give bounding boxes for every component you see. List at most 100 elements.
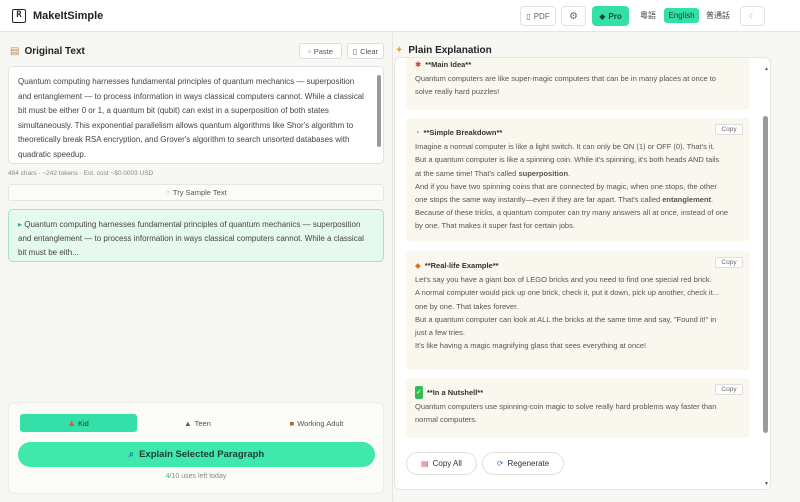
card-line: But a quantum computer is like a spinnin…: [415, 155, 720, 165]
copy-button[interactable]: Copy: [715, 124, 743, 135]
heading-text: **Simple Breakdown**: [423, 128, 503, 137]
regenerate-label: Regenerate: [507, 459, 550, 468]
original-title: ▤ Original Text: [10, 46, 85, 57]
sample-text-button[interactable]: ☝ Try Sample Text: [8, 184, 384, 201]
explain-controls: ♟ Kid ▲ Teen ■ Working Adult ⌕ Explain S…: [8, 402, 384, 494]
line-text: .: [711, 195, 714, 205]
briefcase-icon: ■: [289, 418, 295, 428]
explanation-scroll-area[interactable]: ✱ **Main Idea** Quantum computers are li…: [394, 57, 771, 490]
app-name: MakeItSimple: [33, 10, 104, 22]
moon-icon: ☾: [748, 11, 757, 21]
explanation-title-label: Plain Explanation: [408, 45, 492, 56]
pdf-label: PDF: [533, 11, 550, 21]
lang-english[interactable]: English: [664, 8, 699, 23]
card-main-idea: ✱ **Main Idea** Quantum computers are li…: [406, 58, 750, 110]
dark-mode-button[interactable]: ☾: [740, 6, 765, 26]
card-line: at the same time! That's called superpos…: [415, 167, 741, 180]
audience-kid[interactable]: ♟ Kid: [20, 414, 137, 432]
trash-icon: ▯: [352, 46, 358, 56]
card-real-life-example: Copy ◆ **Real-life Example** Let's say y…: [406, 251, 750, 370]
clipboard-icon: ▫: [308, 46, 311, 56]
card-heading: ✓ **In a Nutshell**: [415, 386, 741, 400]
heading-text: **Real-life Example**: [424, 261, 499, 270]
heading-text: **In a Nutshell**: [426, 388, 484, 397]
settings-button[interactable]: ⚙: [561, 6, 586, 26]
paragraph-icon: ▸: [18, 220, 23, 229]
line-text: at the same time! That's called: [415, 168, 519, 178]
audience-adult[interactable]: ■ Working Adult: [258, 414, 375, 432]
original-title-label: Original Text: [24, 46, 85, 57]
original-text: Quantum computing harnesses fundamental …: [18, 77, 364, 159]
regenerate-button[interactable]: ⟳ Regenerate: [482, 452, 564, 475]
speech-bubble-icon: ◔: [415, 128, 420, 137]
scroll-up-arrow[interactable]: ▲: [764, 66, 769, 72]
lang-mandarin[interactable]: 普通話: [704, 8, 732, 23]
card-line: But a quantum computer can look at ALL t…: [415, 314, 717, 324]
audience-kid-label: Kid: [77, 418, 89, 428]
refresh-icon: ⟳: [496, 459, 504, 468]
copy-all-button[interactable]: ▤ Copy All: [406, 452, 477, 475]
card-line: normal computers.: [415, 415, 478, 425]
original-text-input[interactable]: Quantum computing harnesses fundamental …: [8, 66, 384, 164]
explanation-scrollbar[interactable]: [763, 116, 768, 433]
book-icon: ▤: [10, 46, 20, 57]
hand-icon: ☝: [165, 188, 170, 197]
card-line: by one. That makes it super fast for cer…: [415, 221, 575, 231]
sparkles-icon: ✦: [395, 45, 404, 56]
line-text: .: [568, 168, 571, 178]
explain-label: Explain Selected Paragraph: [139, 449, 265, 460]
explanation-panel: ✦ Plain Explanation ✱ **Main Idea** Quan…: [394, 33, 800, 502]
card-line: Quantum computers are like super-magic c…: [415, 74, 716, 84]
term-entanglement: entanglement: [662, 195, 712, 205]
card-line: just a few tries.: [415, 328, 466, 338]
card-line: one stops the same way instantly—even if…: [415, 193, 741, 206]
checkmark-icon: ✓: [415, 386, 423, 400]
text-stats: 484 chars · ~242 tokens · Est. cost ~$0.…: [8, 170, 154, 177]
card-line: solve really hard puzzles!: [415, 87, 500, 97]
copy-button[interactable]: Copy: [715, 384, 743, 395]
puzzle-icon: ◆: [415, 261, 421, 270]
explain-button[interactable]: ⌕ Explain Selected Paragraph: [18, 442, 375, 467]
audience-adult-label: Working Adult: [297, 418, 344, 428]
card-line: Imagine a normal computer is like a ligh…: [415, 142, 715, 152]
textarea-scrollbar[interactable]: [377, 75, 381, 147]
pin-icon: ✱: [415, 60, 422, 69]
audience-teen-label: Teen: [194, 418, 211, 428]
line-text: one stops the same way instantly—even if…: [415, 195, 663, 205]
magnifier-icon: ⌕: [128, 449, 135, 460]
card-line: one by one. That takes forever.: [415, 301, 519, 311]
diamond-icon: ◆: [599, 11, 606, 21]
term-superposition: superposition: [518, 168, 569, 178]
top-bar: R MakeItSimple ▯ PDF ⚙ ◆ Pro 粵語 English …: [0, 0, 800, 32]
card-line: And if you have two spinning coins that …: [415, 181, 717, 191]
explanation-title: ✦ Plain Explanation: [395, 45, 492, 56]
clear-button[interactable]: ▯ Clear: [347, 43, 384, 59]
selected-paragraph-text: Quantum computing harnesses fundamental …: [18, 220, 364, 257]
card-in-a-nutshell: Copy ✓ **In a Nutshell** Quantum compute…: [406, 378, 750, 438]
card-line: It's like having a magic magnifying glas…: [415, 341, 647, 351]
uses-text: /10 uses left today: [169, 473, 227, 480]
logo-icon: R: [12, 9, 26, 23]
card-line: Because of these tricks, a quantum compu…: [415, 208, 729, 218]
pdf-button[interactable]: ▯ PDF: [520, 6, 556, 26]
selected-paragraph[interactable]: ▸ Quantum computing harnesses fundamenta…: [8, 209, 384, 262]
scroll-down-arrow[interactable]: ▼: [764, 481, 769, 487]
heading-text: **Main Idea**: [425, 60, 472, 69]
paste-button[interactable]: ▫ Paste: [299, 43, 342, 59]
copy-button[interactable]: Copy: [715, 257, 743, 268]
original-panel: ▤ Original Text ▫ Paste ▯ Clear Quantum …: [0, 33, 393, 502]
grad-cap-icon: ▲: [184, 418, 192, 428]
sample-label: Try Sample Text: [172, 188, 227, 197]
card-heading: ◆ **Real-life Example**: [415, 259, 741, 272]
card-heading: ◔ **Simple Breakdown**: [415, 126, 741, 139]
audience-teen[interactable]: ▲ Teen: [139, 414, 256, 432]
card-line: A normal computer would pick up one bric…: [415, 288, 719, 298]
card-heading: ✱ **Main Idea**: [415, 58, 741, 71]
pro-button[interactable]: ◆ Pro: [592, 6, 629, 26]
gear-icon: ⚙: [569, 10, 578, 22]
card-line: Let's say you have a giant box of LEGO b…: [415, 275, 712, 285]
card-simple-breakdown: Copy ◔ **Simple Breakdown** Imagine a no…: [406, 118, 750, 241]
lang-cantonese[interactable]: 粵語: [636, 8, 660, 23]
paste-label: Paste: [313, 46, 333, 56]
pro-label: Pro: [608, 11, 622, 21]
